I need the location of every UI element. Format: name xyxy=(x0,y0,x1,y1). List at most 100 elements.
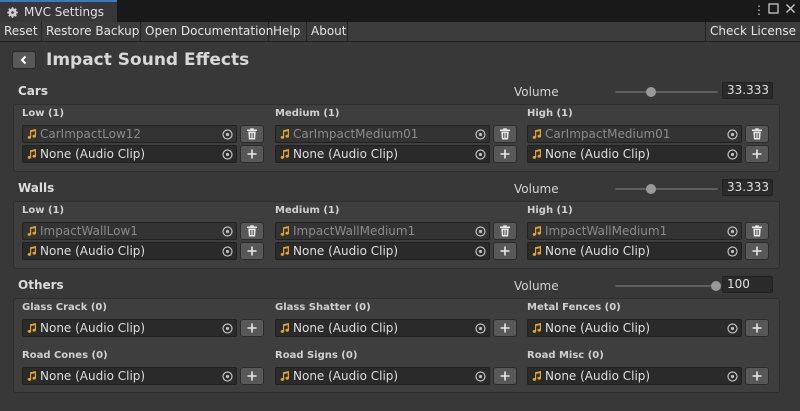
object-picker-icon[interactable] xyxy=(222,371,233,382)
toolbar: Reset Restore Backup Open Documentation … xyxy=(0,22,800,42)
clip-group-low: Low (1) ImpactWallLow1 None (Audio Clip) xyxy=(22,205,268,260)
plus-icon xyxy=(752,246,762,256)
audio-clip-field[interactable]: CarImpactMedium01 xyxy=(275,125,490,143)
add-clip-button[interactable] xyxy=(493,367,517,385)
reset-button[interactable]: Reset xyxy=(0,22,42,42)
remove-clip-button[interactable] xyxy=(745,125,769,143)
add-clip-button[interactable] xyxy=(240,367,264,385)
window-tab[interactable]: MVC Settings xyxy=(0,0,117,22)
audio-clip-field[interactable]: CarImpactMedium01 xyxy=(527,125,742,143)
object-picker-icon[interactable] xyxy=(475,246,486,257)
audio-clip-icon xyxy=(27,129,37,139)
audio-clip-field-empty[interactable]: None (Audio Clip) xyxy=(22,145,237,163)
section-title-others: Others xyxy=(18,278,64,292)
about-button[interactable]: About xyxy=(307,22,348,42)
volume-slider-walls[interactable] xyxy=(615,188,718,190)
section-title-cars: Cars xyxy=(18,84,48,98)
add-clip-button[interactable] xyxy=(493,145,517,163)
clip-group-high: High (1) CarImpactMedium01 None (Audio Cli… xyxy=(527,108,773,163)
check-license-button[interactable]: Check License xyxy=(705,22,800,42)
volume-label-others: Volume xyxy=(514,279,559,293)
volume-field-cars[interactable]: 33.333 xyxy=(722,82,773,99)
audio-clip-field-empty[interactable]: None (Audio Clip) xyxy=(275,242,490,260)
clip-group-label: Medium (1) xyxy=(275,108,340,119)
maximize-icon[interactable] xyxy=(766,3,780,17)
audio-clip-field-empty[interactable]: None (Audio Clip) xyxy=(275,367,490,385)
object-picker-icon[interactable] xyxy=(475,149,486,160)
object-picker-icon[interactable] xyxy=(475,371,486,382)
object-picker-icon[interactable] xyxy=(222,323,233,334)
audio-clip-field-empty[interactable]: None (Audio Clip) xyxy=(22,319,237,337)
volume-field-walls[interactable]: 33.333 xyxy=(722,179,773,196)
audio-clip-icon xyxy=(27,246,37,256)
object-picker-icon[interactable] xyxy=(727,129,738,140)
help-button[interactable]: Help xyxy=(269,22,307,42)
object-picker-icon[interactable] xyxy=(222,226,233,237)
object-picker-icon[interactable] xyxy=(475,226,486,237)
audio-clip-field-empty[interactable]: None (Audio Clip) xyxy=(275,319,490,337)
volume-slider-others[interactable] xyxy=(615,285,718,287)
audio-clip-name: CarImpactMedium01 xyxy=(545,127,671,141)
object-picker-icon[interactable] xyxy=(727,371,738,382)
audio-clip-field-empty[interactable]: None (Audio Clip) xyxy=(527,367,742,385)
audio-clip-icon xyxy=(532,246,542,256)
volume-field-others[interactable]: 100 xyxy=(722,276,773,293)
object-picker-icon[interactable] xyxy=(222,246,233,257)
remove-clip-button[interactable] xyxy=(493,125,517,143)
plus-icon xyxy=(752,149,762,159)
clip-group-label: Low (1) xyxy=(22,205,65,216)
add-clip-button[interactable] xyxy=(240,242,264,260)
audio-clip-field-empty[interactable]: None (Audio Clip) xyxy=(22,367,237,385)
object-picker-icon[interactable] xyxy=(475,129,486,140)
add-clip-button[interactable] xyxy=(493,319,517,337)
volume-slider-thumb[interactable] xyxy=(711,281,721,291)
object-picker-icon[interactable] xyxy=(727,226,738,237)
remove-clip-button[interactable] xyxy=(240,125,264,143)
audio-clip-field[interactable]: ImpactWallMedium1 xyxy=(275,222,490,240)
page-title: Impact Sound Effects xyxy=(46,50,250,70)
add-clip-button[interactable] xyxy=(745,145,769,163)
clip-group-high: High (1) ImpactWallMedium1 None (Audio Cli… xyxy=(527,205,773,260)
volume-slider-cars[interactable] xyxy=(615,91,718,93)
object-picker-icon[interactable] xyxy=(727,149,738,160)
audio-clip-field[interactable]: ImpactWallMedium1 xyxy=(527,222,742,240)
audio-clip-field[interactable]: ImpactWallLow1 xyxy=(22,222,237,240)
remove-clip-button[interactable] xyxy=(493,222,517,240)
audio-clip-field[interactable]: CarImpactLow12 xyxy=(22,125,237,143)
audio-clip-name: ImpactWallMedium1 xyxy=(545,224,668,238)
volume-slider-thumb[interactable] xyxy=(646,87,656,97)
audio-clip-icon xyxy=(532,323,542,333)
back-button[interactable] xyxy=(12,51,36,69)
title-bar: MVC Settings ⋮ xyxy=(0,0,800,22)
object-picker-icon[interactable] xyxy=(727,323,738,334)
add-clip-button[interactable] xyxy=(745,319,769,337)
remove-clip-button[interactable] xyxy=(240,222,264,240)
audio-clip-field-empty[interactable]: None (Audio Clip) xyxy=(527,145,742,163)
audio-clip-field-empty[interactable]: None (Audio Clip) xyxy=(275,145,490,163)
add-clip-button[interactable] xyxy=(745,367,769,385)
audio-clip-field-empty[interactable]: None (Audio Clip) xyxy=(22,242,237,260)
trash-icon xyxy=(500,128,510,140)
remove-clip-button[interactable] xyxy=(745,222,769,240)
restore-backup-button[interactable]: Restore Backup xyxy=(42,22,141,42)
window-title: MVC Settings xyxy=(24,5,104,19)
close-icon[interactable] xyxy=(783,3,797,17)
audio-clip-field-empty[interactable]: None (Audio Clip) xyxy=(527,242,742,260)
audio-clip-placeholder: None (Audio Clip) xyxy=(545,244,651,258)
object-picker-icon[interactable] xyxy=(222,149,233,160)
audio-clip-placeholder: None (Audio Clip) xyxy=(40,147,146,161)
object-picker-icon[interactable] xyxy=(475,323,486,334)
audio-clip-icon xyxy=(532,129,542,139)
plus-icon xyxy=(500,371,510,381)
object-picker-icon[interactable] xyxy=(727,246,738,257)
open-documentation-button[interactable]: Open Documentation xyxy=(141,22,273,42)
volume-slider-thumb[interactable] xyxy=(646,184,656,194)
add-clip-button[interactable] xyxy=(240,319,264,337)
audio-clip-field-empty[interactable]: None (Audio Clip) xyxy=(527,319,742,337)
add-clip-button[interactable] xyxy=(493,242,517,260)
trash-icon xyxy=(752,128,762,140)
more-vert-icon[interactable]: ⋮ xyxy=(752,3,766,17)
add-clip-button[interactable] xyxy=(745,242,769,260)
add-clip-button[interactable] xyxy=(240,145,264,163)
object-picker-icon[interactable] xyxy=(222,129,233,140)
